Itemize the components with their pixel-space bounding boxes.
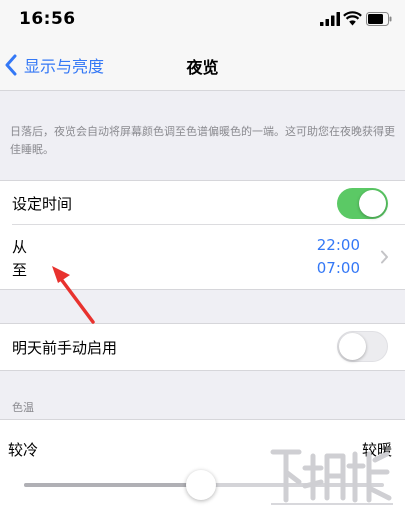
manual-enable-toggle[interactable]	[337, 331, 388, 362]
to-label: 至	[12, 261, 28, 279]
annotation-arrow-icon	[52, 266, 95, 324]
chevron-right-icon	[381, 250, 388, 264]
cooler-label: 较冷	[8, 441, 39, 459]
night-shift-description: 日落后，夜览会自动将屏幕颜色调至色谱偏暖色的一端。这可助您在夜晚获得更佳睡眠。	[10, 125, 395, 156]
color-temperature-slider-fill	[24, 483, 201, 487]
page-title: 夜览	[186, 58, 219, 77]
from-label: 从	[12, 238, 28, 256]
color-temperature-header: 色温	[12, 401, 34, 414]
wifi-icon	[343, 11, 362, 26]
status-time: 16:56	[19, 9, 76, 29]
from-time-value: 22:00	[316, 236, 360, 254]
to-time-value: 07:00	[316, 259, 360, 277]
battery-icon	[366, 12, 392, 26]
manual-enable-label: 明天前手动启用	[12, 339, 118, 357]
manual-enable-toggle-knob	[339, 332, 366, 360]
signal-icon	[320, 12, 340, 26]
scheduled-toggle-knob	[359, 190, 386, 217]
scheduled-label: 设定时间	[12, 195, 73, 213]
watermark-logo-icon	[270, 449, 393, 505]
color-temperature-slider-knob[interactable]	[186, 470, 216, 500]
scheduled-toggle[interactable]	[337, 188, 388, 219]
